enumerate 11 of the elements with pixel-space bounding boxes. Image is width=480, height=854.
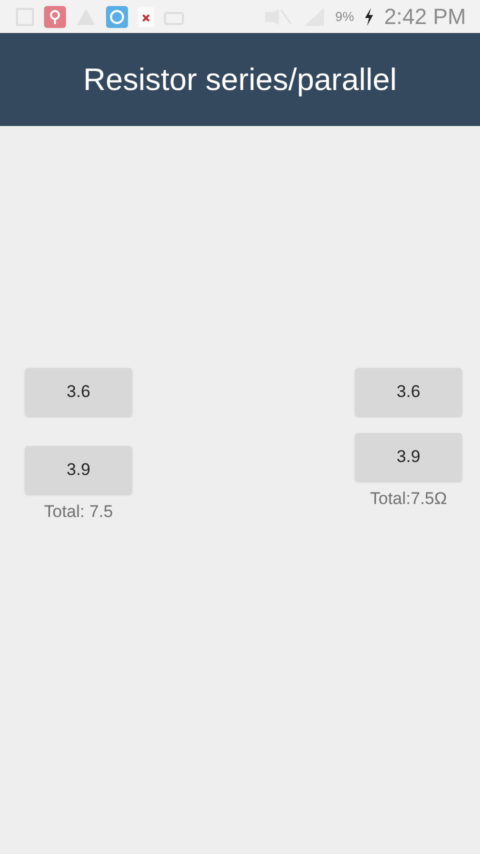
value-button[interactable]: 3.6 [25, 368, 132, 416]
value-button[interactable]: 3.6 [355, 368, 462, 416]
total-label: Total: 7.5 [44, 502, 113, 522]
value-button[interactable]: 3.9 [25, 446, 132, 494]
shield-icon [44, 6, 66, 28]
app-title: Resistor series/parallel [83, 62, 397, 98]
battery-level: 9% [335, 9, 354, 24]
lightning-icon [364, 8, 374, 26]
clock: 2:42 PM [384, 4, 466, 30]
value-button[interactable]: 3.9 [355, 433, 462, 481]
total-label: Total:7.5Ω [370, 489, 447, 509]
